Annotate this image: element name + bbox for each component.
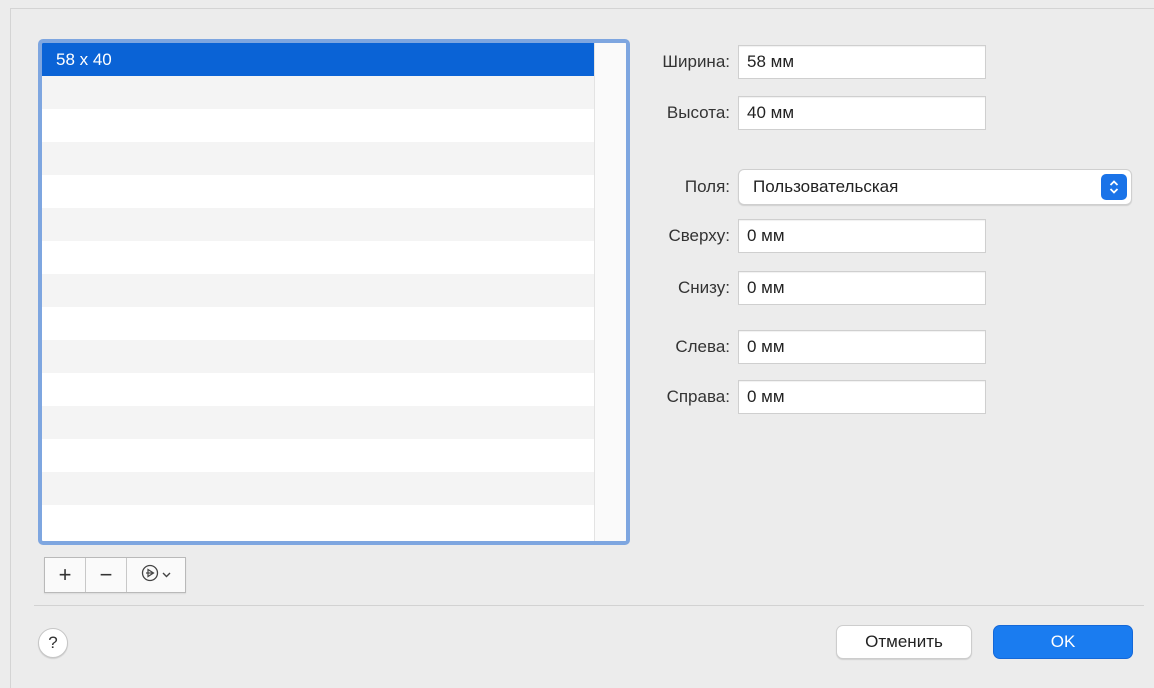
margins-label: Поля: [684,177,730,196]
action-menu-icon [141,562,159,588]
left-margin-row: Слева: 0 мм [630,330,986,364]
height-field[interactable]: 40 мм [738,96,986,130]
list-item-empty[interactable] [42,76,595,109]
list-item-empty[interactable] [42,208,595,241]
list-item-empty[interactable] [42,505,595,538]
minus-icon: − [99,562,113,587]
list-item-empty[interactable] [42,175,595,208]
list-item-empty[interactable] [42,340,595,373]
updown-arrows-icon [1101,174,1127,200]
remove-button[interactable]: − [86,558,127,592]
action-menu-button[interactable] [127,558,185,592]
bottom-margin-label: Снизу: [678,278,730,297]
ok-button[interactable]: OK [993,625,1133,659]
right-margin-label: Справа: [666,387,730,406]
paper-size-list[interactable]: 58 x 40 [38,39,630,545]
plus-icon: + [58,562,72,587]
list-scrollbar-track[interactable] [594,43,626,541]
top-margin-label: Сверху: [668,226,730,245]
left-margin-field[interactable]: 0 мм [738,330,986,364]
margins-select-value: Пользовательская [753,177,899,196]
list-item-empty[interactable] [42,406,595,439]
bottom-margin-row: Снизу: 0 мм [630,271,986,305]
top-margin-field[interactable]: 0 мм [738,219,986,253]
list-item-empty[interactable] [42,274,595,307]
cancel-button[interactable]: Отменить [836,625,972,659]
list-item-empty[interactable] [42,472,595,505]
margins-row: Поля: Пользовательская [630,169,1132,205]
bottom-margin-field[interactable]: 0 мм [738,271,986,305]
right-margin-field[interactable]: 0 мм [738,380,986,414]
add-button[interactable]: + [45,558,86,592]
help-button[interactable]: ? [38,628,68,658]
list-item-empty[interactable] [42,109,595,142]
width-field[interactable]: 58 мм [738,45,986,79]
footer-divider [34,605,1144,606]
margins-select[interactable]: Пользовательская [738,169,1132,205]
width-row: Ширина: 58 мм [630,45,986,79]
chevron-down-icon [162,569,171,581]
paper-size-list-rows: 58 x 40 [42,43,595,541]
top-margin-row: Сверху: 0 мм [630,219,986,253]
left-margin-label: Слева: [675,337,730,356]
list-item-empty[interactable] [42,142,595,175]
help-icon: ? [48,633,58,652]
list-item-empty[interactable] [42,241,595,274]
list-toolbar: + − [44,557,186,593]
list-item-empty[interactable] [42,373,595,406]
list-item-empty[interactable] [42,307,595,340]
list-item-empty[interactable] [42,439,595,472]
height-row: Высота: 40 мм [630,96,986,130]
height-label: Высота: [666,103,730,122]
width-label: Ширина: [662,52,730,71]
list-item-selected[interactable]: 58 x 40 [42,43,595,76]
right-margin-row: Справа: 0 мм [630,380,986,414]
